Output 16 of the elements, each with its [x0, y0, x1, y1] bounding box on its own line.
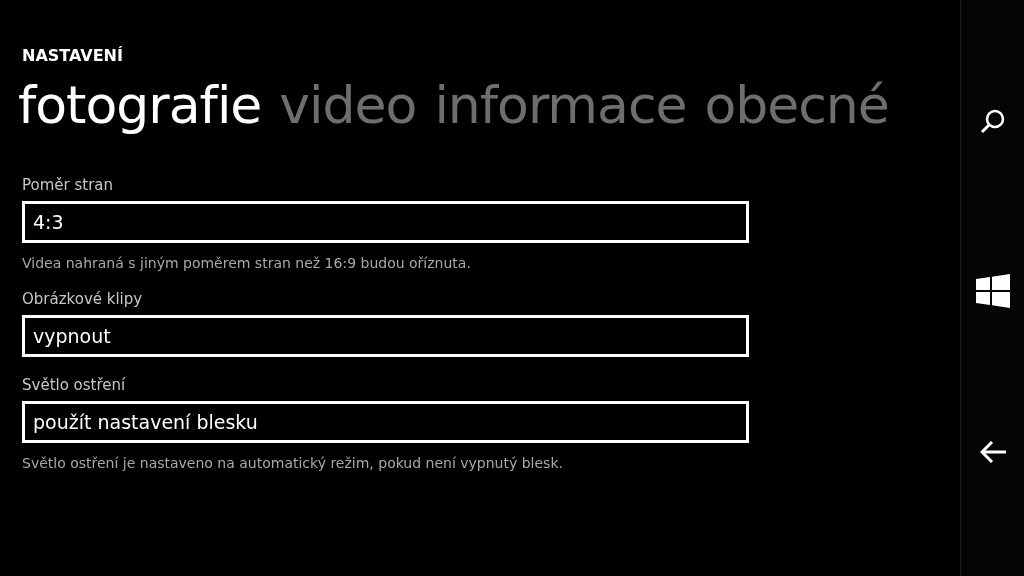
setting-label: Obrázkové klipy	[22, 289, 143, 309]
dropdown-field[interactable]: vypnout	[22, 315, 749, 357]
pivot-tab[interactable]: video	[279, 69, 417, 141]
windows-icon[interactable]	[975, 274, 1010, 308]
search-icon[interactable]	[979, 108, 1006, 134]
dropdown-field[interactable]: použít nastavení blesku	[22, 401, 749, 443]
pivot-tab[interactable]: fotografie	[18, 69, 262, 141]
setting-note: Světlo ostření je nastaveno na automatický režim, pokud není vypnutý blesk.	[22, 454, 563, 473]
setting-label: Poměr stran	[22, 175, 114, 195]
pivot-tab[interactable]: obecné	[704, 69, 889, 141]
dropdown-field[interactable]: 4:3	[22, 201, 749, 243]
back-icon[interactable]	[979, 441, 1006, 463]
pivot-tab[interactable]: informace	[434, 69, 687, 141]
setting-note: Videa nahraná s jiným poměrem stran než 16:9 budou oříznuta.	[22, 254, 471, 273]
setting-label: Světlo ostření	[22, 375, 126, 395]
page-title: NASTAVENÍ	[22, 45, 123, 67]
